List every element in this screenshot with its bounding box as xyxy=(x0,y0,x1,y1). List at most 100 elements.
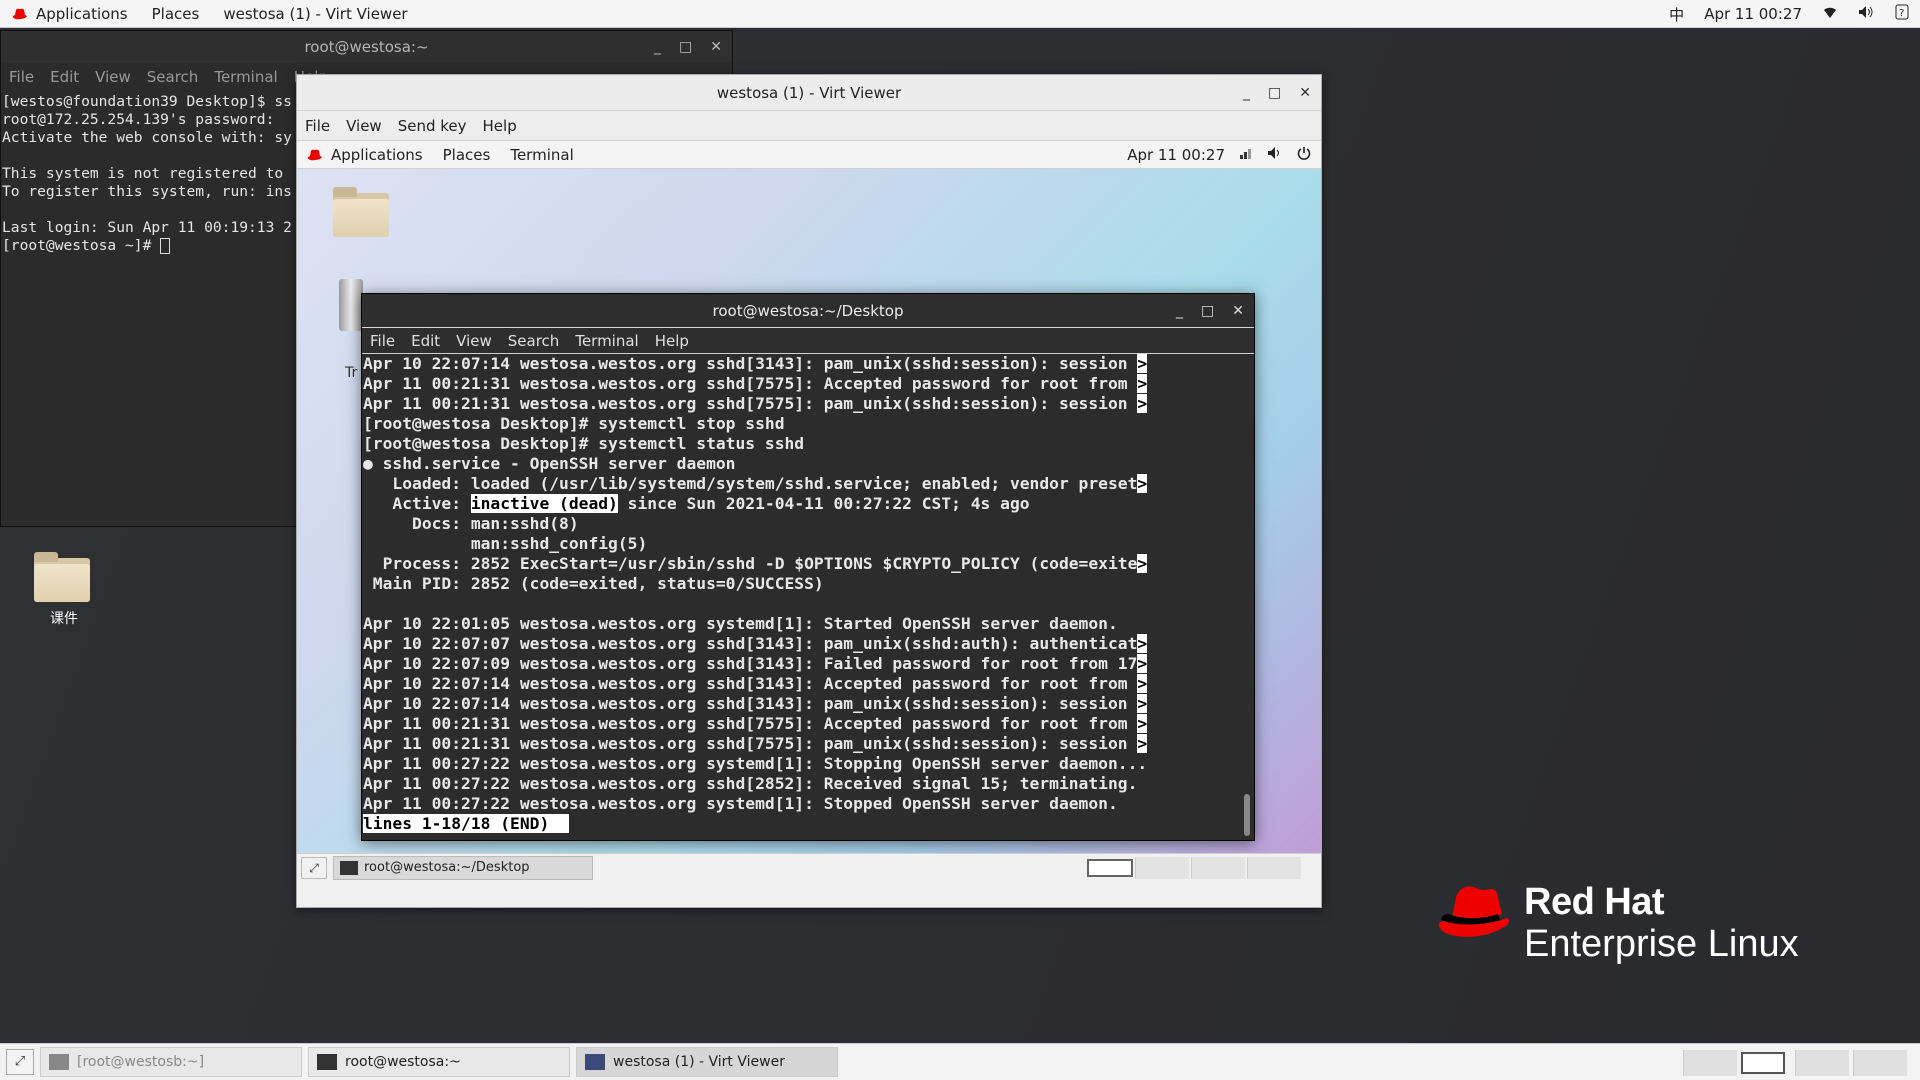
menu-view[interactable]: View xyxy=(338,117,390,135)
truncation-arrow: > xyxy=(1137,674,1148,693)
terminal-line: Apr 11 00:27:22 westosa.westos.org sshd[… xyxy=(363,774,1138,793)
status-active-line: Active: inactive (dead) since Sun 2021-0… xyxy=(363,494,1030,513)
guest-applications-label: Applications xyxy=(331,145,423,164)
taskbar-item-westosa[interactable]: root@westosa:~ xyxy=(308,1047,570,1077)
terminal-cursor xyxy=(160,238,171,254)
pager-cursor xyxy=(549,814,569,833)
guest-taskbar-item[interactable]: root@westosa:~/Desktop xyxy=(333,855,593,880)
show-desktop-icon[interactable]: ⤢ xyxy=(6,1049,34,1075)
maximize-icon[interactable]: □ xyxy=(1201,294,1214,328)
minimize-icon[interactable]: _ xyxy=(1176,294,1183,328)
menu-view[interactable]: View xyxy=(87,68,139,86)
virt-viewer-titlebar[interactable]: westosa (1) - Virt Viewer _ □ ✕ xyxy=(297,75,1321,111)
menu-terminal[interactable]: Terminal xyxy=(567,332,646,350)
close-icon[interactable]: ✕ xyxy=(1232,294,1244,328)
trash-icon[interactable] xyxy=(339,279,363,331)
desktop-folder[interactable]: 课件 xyxy=(34,552,94,628)
volume-icon[interactable] xyxy=(1848,5,1884,23)
terminal-line: Apr 11 00:21:31 westosa.westos.org sshd[… xyxy=(363,394,1138,413)
virt-viewer-title: westosa (1) - Virt Viewer xyxy=(716,84,902,102)
guest-clock[interactable]: Apr 11 00:27 xyxy=(1127,146,1225,164)
redhat-hat-icon xyxy=(307,149,322,161)
wifi-icon[interactable] xyxy=(1812,5,1848,23)
menu-view[interactable]: View xyxy=(448,332,500,350)
menu-help[interactable]: Help xyxy=(475,117,525,135)
clock[interactable]: Apr 11 00:27 xyxy=(1694,5,1812,23)
workspace-4[interactable] xyxy=(1247,857,1301,879)
places-menu[interactable]: Places xyxy=(140,5,212,23)
workspace-2[interactable] xyxy=(1741,1052,1785,1074)
truncation-arrow: > xyxy=(1137,374,1148,393)
taskbar-item-westosb[interactable]: [root@westosb:~] xyxy=(40,1047,302,1077)
minimize-icon[interactable]: _ xyxy=(1243,75,1250,111)
terminal-line: Apr 10 22:07:07 westosa.westos.org sshd[… xyxy=(363,634,1138,653)
workspace-2[interactable] xyxy=(1135,857,1189,879)
menu-search[interactable]: Search xyxy=(500,332,568,350)
guest-terminal-menu[interactable]: Terminal xyxy=(500,146,583,164)
terminal-line: This system is not registered to xyxy=(2,165,284,182)
taskbar-label: westosa (1) - Virt Viewer xyxy=(613,1054,785,1070)
host-top-panel: Applications Places westosa (1) - Virt V… xyxy=(0,0,1920,28)
close-icon[interactable]: ✕ xyxy=(710,31,722,63)
show-desktop-icon[interactable]: ⤢ xyxy=(301,856,327,879)
workspace-3[interactable] xyxy=(1795,1050,1849,1076)
menu-file[interactable]: File xyxy=(362,332,403,350)
active-window-menu[interactable]: westosa (1) - Virt Viewer xyxy=(211,5,419,23)
terminal-line: Apr 10 22:07:14 westosa.westos.org sshd[… xyxy=(363,694,1138,713)
workspace-4[interactable] xyxy=(1853,1050,1907,1076)
truncation-arrow: > xyxy=(1137,734,1148,753)
menu-file[interactable]: File xyxy=(297,117,338,135)
guest-terminal-window[interactable]: root@westosa:~/Desktop _ □ ✕ File Edit V… xyxy=(361,293,1255,841)
network-icon[interactable] xyxy=(1239,146,1253,164)
guest-display[interactable]: Applications Places Terminal Apr 11 00:2… xyxy=(297,141,1321,881)
guest-home-folder[interactable] xyxy=(333,187,389,237)
terminal-line: Apr 11 00:21:31 westosa.westos.org sshd[… xyxy=(363,734,1138,753)
workspace-1[interactable] xyxy=(1683,1050,1737,1076)
guest-terminal-output[interactable]: Apr 10 22:07:14 westosa.westos.org sshd[… xyxy=(362,354,1254,834)
terminal-scrollbar[interactable] xyxy=(1244,794,1250,836)
menu-edit[interactable]: Edit xyxy=(403,332,448,350)
terminal-line: [westos@foundation39 Desktop]$ ss xyxy=(2,93,292,110)
truncation-arrow: > xyxy=(1137,694,1148,713)
taskbar-item-virt-viewer[interactable]: westosa (1) - Virt Viewer xyxy=(576,1047,838,1077)
inactive-dead-highlight: inactive (dead) xyxy=(470,494,618,513)
menu-help[interactable]: Help xyxy=(647,332,697,350)
terminal-line: To register this system, run: ins xyxy=(2,183,292,200)
truncation-arrow: > xyxy=(1137,654,1148,673)
workspace-1[interactable] xyxy=(1087,859,1133,877)
host-terminal-titlebar[interactable]: root@westosa:~ _ □ ✕ xyxy=(1,31,732,63)
help-icon[interactable]: ? xyxy=(1884,4,1920,24)
maximize-icon[interactable]: □ xyxy=(1268,75,1281,111)
close-icon[interactable]: ✕ xyxy=(1299,75,1311,111)
applications-menu[interactable]: Applications xyxy=(0,5,140,23)
volume-icon[interactable] xyxy=(1267,146,1283,164)
menu-file[interactable]: File xyxy=(1,68,42,86)
workspace-3[interactable] xyxy=(1191,857,1245,879)
terminal-line: [root@westosa Desktop]# systemctl stop s… xyxy=(363,414,785,433)
host-bottom-panel: ⤢ [root@westosb:~] root@westosa:~ westos… xyxy=(0,1043,1920,1080)
home-folder-icon xyxy=(333,187,389,237)
input-method-indicator[interactable]: 中 xyxy=(1659,4,1694,25)
truncation-arrow: > xyxy=(1137,714,1148,733)
maximize-icon[interactable]: □ xyxy=(679,31,692,63)
terminal-line: Apr 10 22:07:14 westosa.westos.org sshd[… xyxy=(363,674,1138,693)
truncation-arrow: > xyxy=(1137,554,1148,573)
redhat-hat-icon xyxy=(1438,886,1509,937)
guest-places-menu[interactable]: Places xyxy=(433,146,501,164)
terminal-line: Apr 10 22:07:14 westosa.westos.org sshd[… xyxy=(363,354,1138,373)
minimize-icon[interactable]: _ xyxy=(654,31,661,63)
terminal-line: Process: 2852 ExecStart=/usr/sbin/sshd -… xyxy=(363,554,1138,573)
guest-bottom-panel: ⤢ root@westosa:~/Desktop xyxy=(297,853,1321,881)
menu-search[interactable]: Search xyxy=(139,68,207,86)
menu-edit[interactable]: Edit xyxy=(42,68,87,86)
guest-taskbar-label: root@westosa:~/Desktop xyxy=(364,860,530,875)
guest-applications-menu[interactable]: Applications xyxy=(297,146,433,164)
menu-terminal[interactable]: Terminal xyxy=(206,68,285,86)
guest-terminal-titlebar[interactable]: root@westosa:~/Desktop _ □ ✕ xyxy=(362,294,1254,328)
virt-viewer-window[interactable]: westosa (1) - Virt Viewer _ □ ✕ File Vie… xyxy=(296,74,1322,908)
terminal-line: Apr 10 22:01:05 westosa.westos.org syste… xyxy=(363,614,1118,633)
terminal-line: Apr 11 00:27:22 westosa.westos.org syste… xyxy=(363,754,1148,773)
menu-send-key[interactable]: Send key xyxy=(390,117,475,135)
power-icon[interactable] xyxy=(1297,146,1311,164)
folder-icon xyxy=(34,552,90,602)
